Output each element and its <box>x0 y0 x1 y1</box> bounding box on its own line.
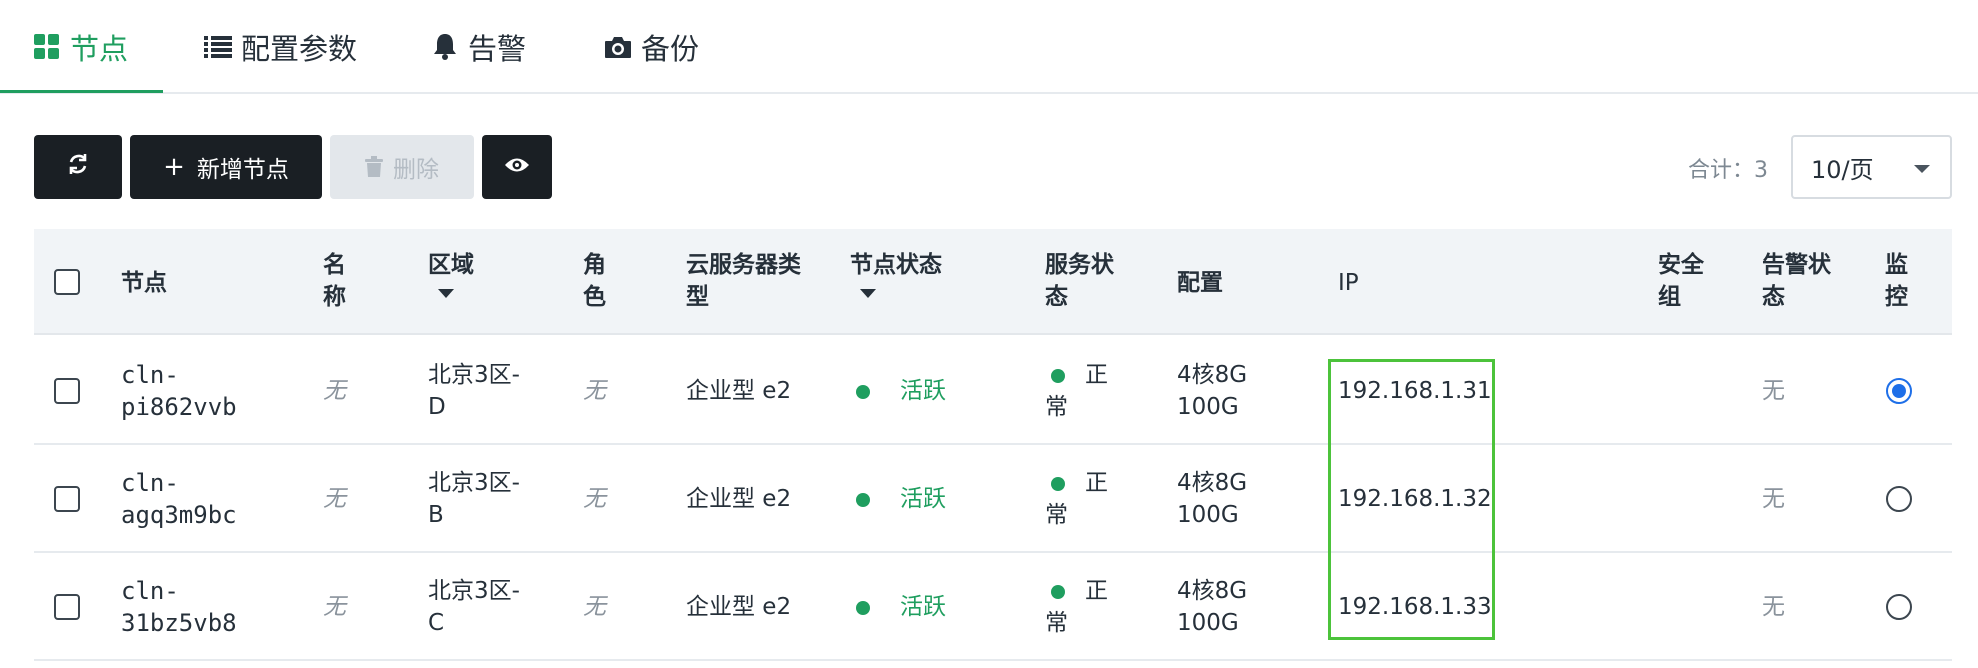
tab-config-params-label: 配置参数 <box>241 32 358 66</box>
header-node-status[interactable]: 节点状态 <box>850 249 942 298</box>
monitor-radio[interactable] <box>1886 378 1912 404</box>
tab-backup-label: 备份 <box>641 32 700 66</box>
node-status: 活跃 <box>856 375 946 407</box>
table-row: cln-agq3m9bc 无 北京3区- B 无 企业型 e2 活跃 正常 4核8… <box>34 445 1952 553</box>
tab-backup[interactable]: 备份 <box>603 0 699 94</box>
delete-button[interactable]: 删除 <box>330 135 474 199</box>
node-status: 活跃 <box>856 591 946 623</box>
node-region: 北京3区- C <box>428 578 520 636</box>
sort-down-icon[interactable] <box>438 289 454 298</box>
page-size-select[interactable]: 10/页 <box>1791 135 1952 199</box>
camera-icon <box>603 32 633 62</box>
grid-icon <box>32 32 62 62</box>
row-checkbox[interactable] <box>54 378 80 404</box>
node-region: 北京3区- D <box>428 362 520 420</box>
list-icon <box>203 32 233 62</box>
service-status: 正常 <box>1045 578 1108 636</box>
node-status: 活跃 <box>856 483 946 515</box>
tab-alarms[interactable]: 告警 <box>430 0 526 94</box>
node-ip: 192.168.1.31 <box>1338 378 1492 404</box>
alarm-status: 无 <box>1762 378 1785 404</box>
active-tab-indicator <box>0 90 163 93</box>
node-config: 4核8G 100G <box>1177 362 1248 420</box>
eye-icon <box>504 154 530 180</box>
header-monitor: 监控 <box>1885 252 1908 310</box>
header-config: 配置 <box>1177 270 1223 296</box>
server-type: 企业型 e2 <box>686 594 792 620</box>
header-role: 角色 <box>583 252 606 310</box>
monitor-radio[interactable] <box>1886 486 1912 512</box>
header-region[interactable]: 区域 <box>428 249 474 298</box>
service-status: 正常 <box>1045 470 1108 528</box>
add-node-button[interactable]: + 新增节点 <box>130 135 322 199</box>
chevron-down-icon <box>1914 165 1930 173</box>
status-dot-icon <box>856 492 870 507</box>
alarm-status: 无 <box>1762 594 1785 620</box>
tab-bar: 节点 配置参数 告警 备份 <box>0 0 1978 94</box>
status-dot-icon <box>1051 368 1065 383</box>
node-id: cln-agq3m9bc <box>121 469 237 529</box>
monitor-radio[interactable] <box>1886 594 1912 620</box>
node-id: cln- 31bz5vb8 <box>121 577 237 637</box>
node-config: 4核8G 100G <box>1177 470 1248 528</box>
view-button[interactable] <box>482 135 552 199</box>
trash-icon <box>365 156 383 178</box>
node-role: 无 <box>583 378 606 404</box>
bell-icon <box>430 32 460 62</box>
add-node-label: 新增节点 <box>196 157 289 183</box>
refresh-icon <box>66 152 90 182</box>
delete-label: 删除 <box>393 157 439 183</box>
node-ip: 192.168.1.33 <box>1338 594 1492 620</box>
header-node: 节点 <box>121 270 167 296</box>
tab-nodes[interactable]: 节点 <box>32 0 128 94</box>
header-name: 名称 <box>323 252 346 310</box>
select-all-checkbox[interactable] <box>54 269 80 295</box>
node-role: 无 <box>583 594 606 620</box>
plus-icon: + <box>163 152 185 182</box>
node-id: cln-pi862vvb <box>121 361 237 421</box>
server-type: 企业型 e2 <box>686 378 792 404</box>
node-name: 无 <box>323 378 346 404</box>
table-row: cln- 31bz5vb8 无 北京3区- C 无 企业型 e2 活跃 正常 4核8… <box>34 553 1952 661</box>
server-type: 企业型 e2 <box>686 486 792 512</box>
status-dot-icon <box>856 384 870 399</box>
table-row: cln-pi862vvb 无 北京3区- D 无 企业型 e2 活跃 正常 4核8… <box>34 337 1952 445</box>
node-region: 北京3区- B <box>428 470 520 528</box>
node-role: 无 <box>583 486 606 512</box>
service-status: 正常 <box>1045 362 1108 420</box>
status-dot-icon <box>1051 476 1065 491</box>
status-dot-icon <box>1051 584 1065 599</box>
tab-alarms-label: 告警 <box>468 32 527 66</box>
total-count: 合计：3 <box>1688 158 1768 183</box>
node-name: 无 <box>323 486 346 512</box>
refresh-button[interactable] <box>34 135 122 199</box>
header-security-group: 安全组 <box>1658 252 1704 310</box>
header-server-type: 云服务器类型 <box>686 252 801 310</box>
row-checkbox[interactable] <box>54 486 80 512</box>
tab-config-params[interactable]: 配置参数 <box>203 0 357 94</box>
node-name: 无 <box>323 594 346 620</box>
status-dot-icon <box>856 600 870 615</box>
node-config: 4核8G 100G <box>1177 578 1248 636</box>
row-checkbox[interactable] <box>54 594 80 620</box>
page-size-value: 10/页 <box>1811 155 1874 184</box>
node-ip: 192.168.1.32 <box>1338 486 1492 512</box>
alarm-status: 无 <box>1762 486 1785 512</box>
header-alarm-status: 告警状态 <box>1762 252 1831 310</box>
header-service-status: 服务状态 <box>1045 252 1114 310</box>
sort-down-icon[interactable] <box>860 289 876 298</box>
table-header: 节点 名称 区域 角色 云服务器类型 节点状态 服务状态 配置 IP 安全组 告… <box>34 229 1952 335</box>
tab-nodes-label: 节点 <box>70 32 129 66</box>
header-ip: IP <box>1338 270 1359 296</box>
